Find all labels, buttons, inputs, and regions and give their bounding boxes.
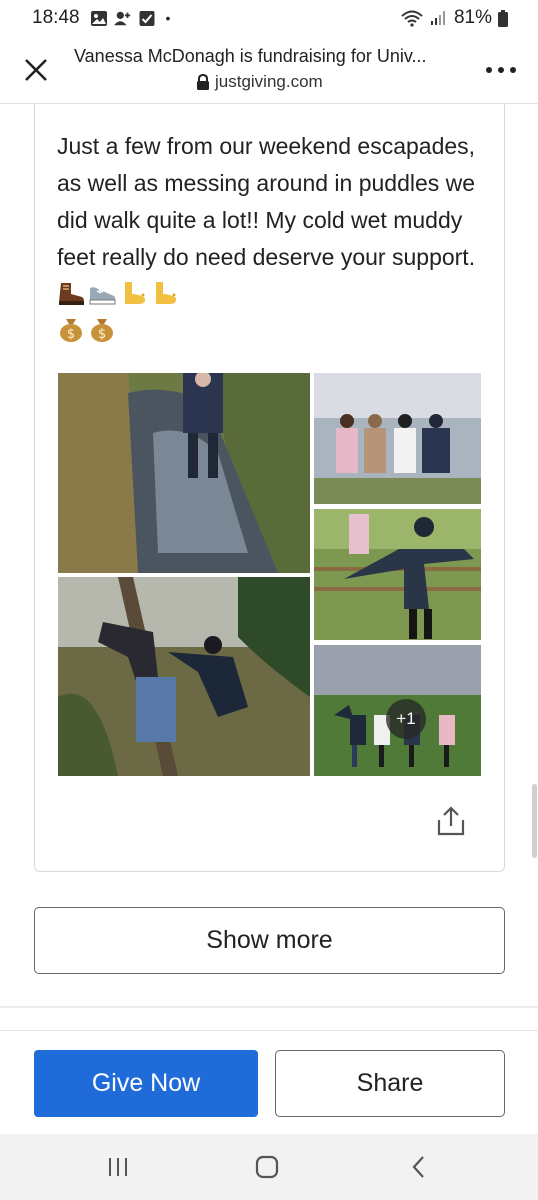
notification-dot-icon: •: [165, 10, 171, 26]
running-shoe-emoji: [89, 287, 116, 305]
woman-arms-out-photo[interactable]: [314, 509, 481, 640]
status-bar: 18:48 • 81%: [0, 0, 538, 36]
signal-icon: [430, 11, 445, 25]
home-button[interactable]: [252, 1154, 282, 1180]
share-story-button[interactable]: [435, 804, 467, 838]
battery-icon: [498, 9, 508, 27]
story-text: Just a few from our weekend escapades, a…: [57, 133, 476, 270]
story-card: Just a few from our weekend escapades, a…: [34, 104, 505, 872]
money-bag-emoji: $: [60, 319, 82, 342]
page-title: Vanessa McDonagh is fundraising for Univ…: [74, 46, 427, 66]
group-by-water-photo[interactable]: [314, 373, 481, 504]
more-vertical-icon: [486, 67, 516, 73]
close-button[interactable]: [20, 54, 52, 86]
wifi-icon: [401, 10, 423, 27]
foot-emoji: [125, 282, 146, 304]
browser-toolbar: Vanessa McDonagh is fundraising for Univ…: [0, 36, 538, 104]
puddle-path-photo[interactable]: [58, 373, 310, 573]
more-photos-badge[interactable]: +1: [386, 699, 426, 739]
give-now-button[interactable]: Give Now: [34, 1050, 258, 1117]
svg-text:$: $: [67, 327, 75, 342]
scrollbar-thumb[interactable]: [532, 784, 537, 858]
foot-emoji: [156, 282, 177, 304]
domain-text: justgiving.com: [215, 72, 323, 91]
recent-apps-icon: [109, 1158, 127, 1176]
tree-climb-photo[interactable]: [58, 577, 310, 776]
status-indicators: 81%: [400, 7, 508, 29]
money-bag-emoji: $: [91, 319, 113, 342]
back-button[interactable]: [404, 1154, 434, 1180]
domain-label[interactable]: justgiving.com: [196, 72, 323, 92]
share-icon: [437, 806, 465, 836]
svg-text:$: $: [98, 327, 106, 342]
back-icon: [412, 1156, 424, 1178]
section-divider: [0, 1006, 538, 1008]
group-field-photo[interactable]: +1: [314, 645, 481, 776]
gallery-icon: [90, 10, 107, 26]
home-icon: [255, 1155, 279, 1179]
checkbox-icon: [139, 10, 155, 26]
show-more-button[interactable]: Show more: [34, 907, 505, 974]
lock-icon: [197, 73, 209, 90]
more-options-button[interactable]: [484, 56, 518, 84]
donate-action-bar: Give Now Share: [0, 1030, 538, 1134]
hiking-boot-emoji: [59, 283, 84, 305]
battery-percent: 81%: [453, 7, 492, 28]
add-contact-icon: [113, 11, 130, 25]
recent-apps-button[interactable]: [103, 1154, 133, 1180]
system-nav-bar: [0, 1134, 538, 1200]
clock: 18:48: [32, 7, 80, 28]
share-button[interactable]: Share: [275, 1050, 505, 1117]
story-text-block: Just a few from our weekend escapades, a…: [57, 128, 487, 350]
close-icon: [25, 59, 47, 81]
